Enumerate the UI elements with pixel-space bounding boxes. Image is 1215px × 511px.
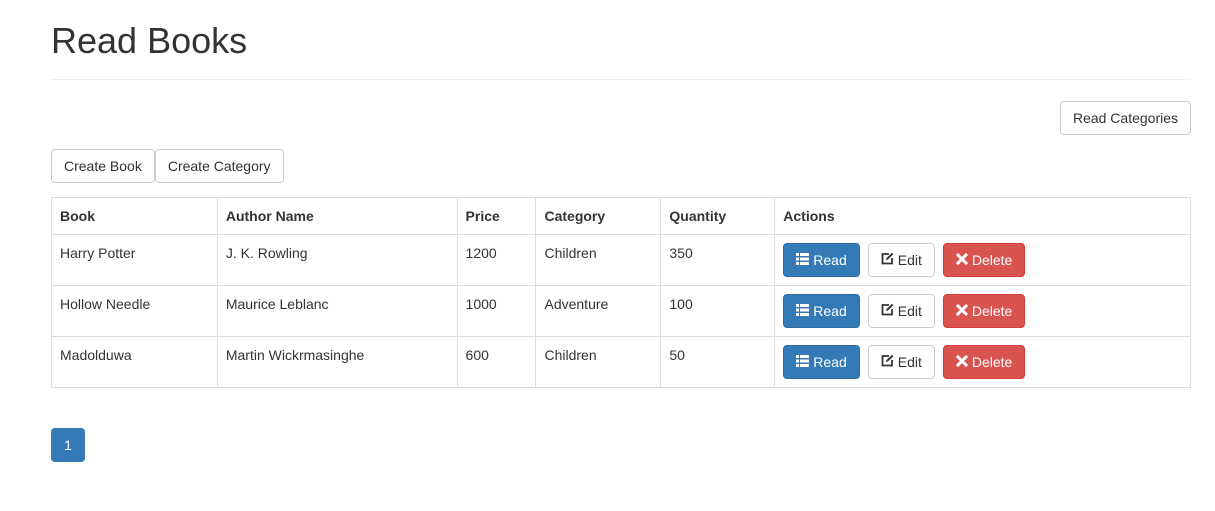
edit-button[interactable]: Edit: [867, 243, 935, 277]
edit-button-label: Edit: [897, 252, 922, 268]
pagination: 1: [51, 428, 85, 462]
read-button[interactable]: Read: [783, 243, 860, 277]
actions-cell: Read Edit Delete: [774, 234, 1191, 286]
page-1-link[interactable]: 1: [51, 428, 85, 462]
read-button-label: Read: [813, 354, 847, 370]
delete-button[interactable]: Delete: [942, 345, 1026, 379]
books-table: Book Author Name Price Category Quantity…: [51, 197, 1191, 388]
quantity-cell: 350: [660, 234, 776, 286]
price-cell: 1000: [456, 285, 537, 337]
remove-icon: [955, 346, 968, 378]
book-cell: Hollow Needle: [51, 285, 218, 337]
book-cell: Madolduwa: [51, 336, 218, 388]
actions-cell: Read Edit Delete: [774, 336, 1191, 388]
edit-button[interactable]: Edit: [867, 294, 935, 328]
delete-button-label: Delete: [971, 303, 1013, 319]
read-button-label: Read: [813, 252, 847, 268]
read-button[interactable]: Read: [783, 345, 860, 379]
main-container: Read Books Read Categories Create Book C…: [51, 0, 1191, 462]
read-button-label: Read: [813, 303, 847, 319]
category-cell: Children: [535, 234, 662, 286]
page-title: Read Books: [51, 20, 248, 61]
book-cell: Harry Potter: [51, 234, 218, 286]
delete-button-label: Delete: [971, 252, 1013, 268]
create-actions: Create Book Create Category: [51, 149, 284, 183]
edit-icon: [881, 346, 894, 378]
page-header: Read Books: [51, 0, 1191, 80]
table-row: Madolduwa Martin Wickrmasinghe 600 Child…: [51, 336, 1191, 388]
column-header-price: Price: [456, 197, 537, 235]
category-cell: Adventure: [535, 285, 662, 337]
edit-icon: [881, 244, 894, 276]
table-header-row: Book Author Name Price Category Quantity…: [51, 197, 1191, 235]
create-book-button[interactable]: Create Book: [51, 149, 155, 183]
create-category-button[interactable]: Create Category: [154, 149, 284, 183]
list-icon: [796, 295, 810, 327]
column-header-category: Category: [535, 197, 662, 235]
delete-button-label: Delete: [971, 354, 1013, 370]
price-cell: 1200: [456, 234, 537, 286]
edit-button-label: Edit: [897, 354, 922, 370]
price-cell: 600: [456, 336, 537, 388]
author-cell: Martin Wickrmasinghe: [216, 336, 458, 388]
remove-icon: [955, 244, 968, 276]
column-header-actions: Actions: [774, 197, 1191, 235]
column-header-quantity: Quantity: [660, 197, 776, 235]
author-cell: Maurice Leblanc: [216, 285, 458, 337]
column-header-author: Author Name: [216, 197, 458, 235]
table-row: Harry Potter J. K. Rowling 1200 Children…: [51, 234, 1191, 286]
table-row: Hollow Needle Maurice Leblanc 1000 Adven…: [51, 285, 1191, 337]
read-categories-button[interactable]: Read Categories: [1059, 101, 1191, 135]
edit-icon: [881, 295, 894, 327]
remove-icon: [955, 295, 968, 327]
delete-button[interactable]: Delete: [942, 294, 1026, 328]
quantity-cell: 100: [660, 285, 776, 337]
category-cell: Children: [535, 336, 662, 388]
edit-button[interactable]: Edit: [867, 345, 935, 379]
list-icon: [796, 244, 810, 276]
author-cell: J. K. Rowling: [216, 234, 458, 286]
read-button[interactable]: Read: [783, 294, 860, 328]
actions-cell: Read Edit Delete: [774, 285, 1191, 337]
quantity-cell: 50: [660, 336, 776, 388]
delete-button[interactable]: Delete: [942, 243, 1026, 277]
edit-button-label: Edit: [897, 303, 922, 319]
top-right-actions: Read Categories: [1059, 101, 1191, 135]
column-header-book: Book: [51, 197, 218, 235]
list-icon: [796, 346, 810, 378]
